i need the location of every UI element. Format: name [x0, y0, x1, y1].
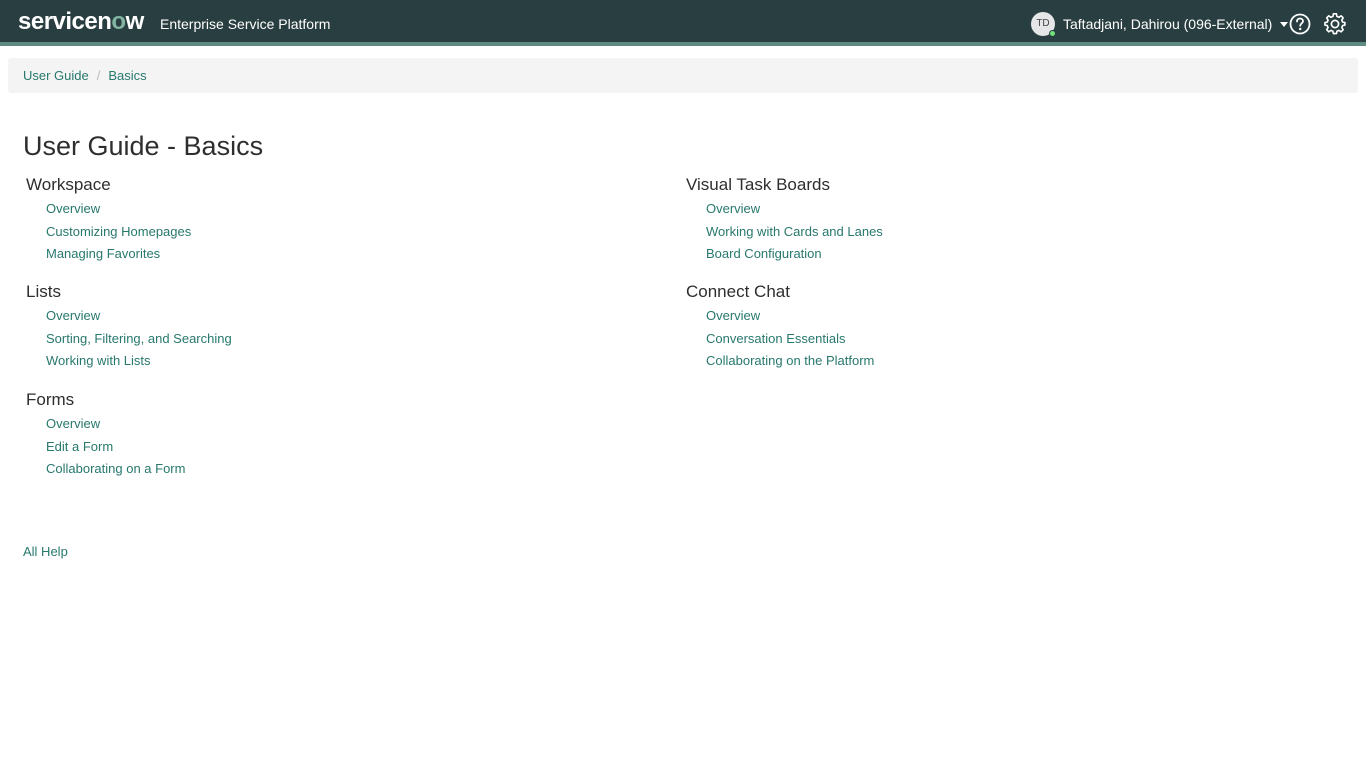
link-edit-a-form[interactable]: Edit a Form — [46, 439, 113, 454]
section-forms: Forms Overview Edit a Form Collaborating… — [26, 389, 185, 481]
link-working-with-cards-and-lanes[interactable]: Working with Cards and Lanes — [706, 224, 883, 239]
link-collaborating-on-a-form[interactable]: Collaborating on a Form — [46, 461, 185, 476]
platform-name: Enterprise Service Platform — [160, 16, 331, 32]
section-connect-chat: Connect Chat Overview Conversation Essen… — [686, 281, 874, 373]
section-lists: Lists Overview Sorting, Filtering, and S… — [26, 281, 232, 373]
section-title: Lists — [26, 282, 61, 301]
link-managing-favorites[interactable]: Managing Favorites — [46, 246, 160, 261]
user-name[interactable]: Taftadjani, Dahirou (096-External) — [1063, 16, 1272, 32]
link-vtb-overview[interactable]: Overview — [706, 201, 760, 216]
section-title: Workspace — [26, 175, 111, 194]
link-connect-chat-overview[interactable]: Overview — [706, 308, 760, 323]
section-title: Connect Chat — [686, 282, 790, 301]
breadcrumb-separator: / — [96, 68, 101, 83]
gear-icon[interactable] — [1324, 13, 1346, 35]
online-status-dot — [1049, 30, 1056, 37]
section-title: Visual Task Boards — [686, 175, 830, 194]
help-icon[interactable] — [1289, 13, 1311, 35]
link-sorting-filtering-searching[interactable]: Sorting, Filtering, and Searching — [46, 331, 232, 346]
link-lists-overview[interactable]: Overview — [46, 308, 100, 323]
section-visual-task-boards: Visual Task Boards Overview Working with… — [686, 174, 883, 266]
link-workspace-overview[interactable]: Overview — [46, 201, 100, 216]
servicenow-logo[interactable]: servicenow — [18, 8, 144, 36]
top-navigation-bar: servicenow Enterprise Service Platform T… — [0, 0, 1366, 46]
breadcrumb-user-guide[interactable]: User Guide — [23, 68, 89, 83]
link-customizing-homepages[interactable]: Customizing Homepages — [46, 224, 191, 239]
user-menu[interactable]: TD Taftadjani, Dahirou (096-External) — [1031, 12, 1289, 37]
link-working-with-lists[interactable]: Working with Lists — [46, 353, 151, 368]
avatar[interactable]: TD — [1031, 12, 1056, 37]
section-workspace: Workspace Overview Customizing Homepages… — [26, 174, 191, 266]
breadcrumb: User Guide / Basics — [8, 58, 1358, 93]
link-forms-overview[interactable]: Overview — [46, 416, 100, 431]
breadcrumb-basics[interactable]: Basics — [108, 68, 146, 83]
page-title: User Guide - Basics — [23, 131, 264, 161]
chevron-down-icon[interactable] — [1280, 21, 1289, 27]
link-collaborating-on-the-platform[interactable]: Collaborating on the Platform — [706, 353, 874, 368]
section-title: Forms — [26, 390, 75, 409]
avatar-initials: TD — [1036, 18, 1050, 29]
link-conversation-essentials[interactable]: Conversation Essentials — [706, 331, 845, 346]
all-help-link[interactable]: All Help — [23, 544, 68, 559]
link-board-configuration[interactable]: Board Configuration — [706, 246, 822, 261]
